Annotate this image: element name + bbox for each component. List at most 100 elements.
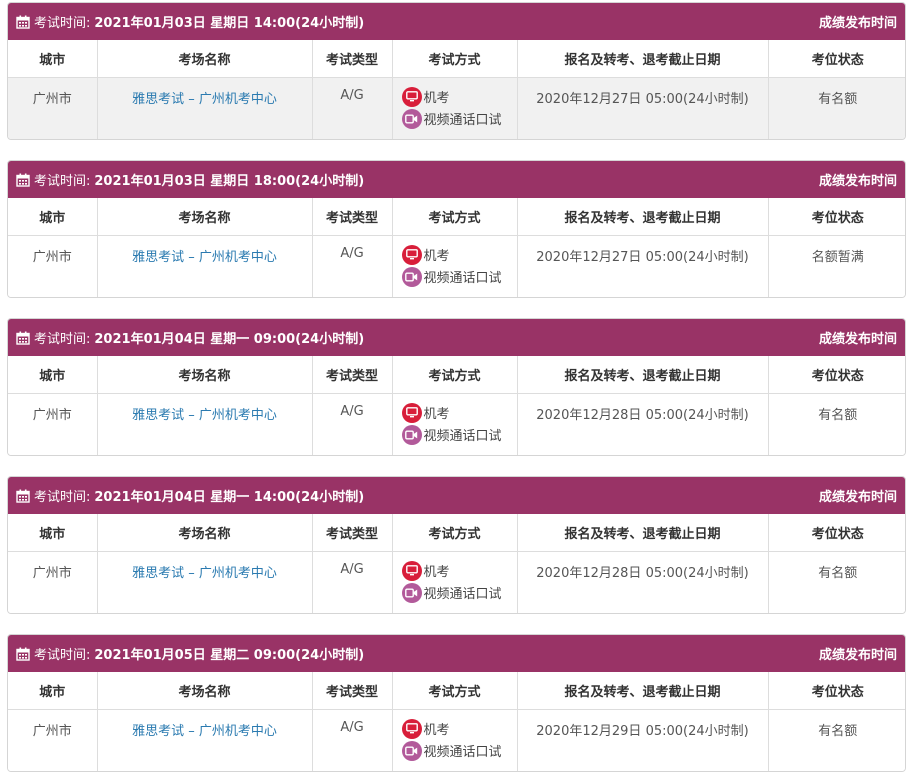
- venue-link[interactable]: 雅思考试 – 广州机考中心: [132, 250, 277, 265]
- status-cell: 有名额: [768, 551, 905, 613]
- session-time-block: 考试时间: 2021年01月04日 星期一 09:00(24小时制): [16, 328, 364, 347]
- calendar-icon: [16, 331, 30, 345]
- session-panel-4: 考试时间: 2021年01月05日 星期二 09:00(24小时制) 成绩发布时…: [7, 634, 906, 772]
- deadline-cell: 2020年12月28日 05:00(24小时制): [517, 551, 769, 613]
- video-camera-icon: [401, 582, 422, 603]
- session-header: 考试时间: 2021年01月03日 星期日 18:00(24小时制) 成绩发布时…: [8, 161, 905, 198]
- city-cell: 广州市: [8, 709, 98, 771]
- col-deadline: 报名及转考、退考截止日期: [517, 40, 769, 78]
- mode-cell: 机考 视频通话口试: [392, 709, 518, 771]
- session-header: 考试时间: 2021年01月03日 星期日 14:00(24小时制) 成绩发布时…: [8, 3, 905, 40]
- results-release-link[interactable]: 成绩发布时间: [819, 644, 897, 663]
- deadline-cell: 2020年12月28日 05:00(24小时制): [517, 393, 769, 455]
- session-time-block: 考试时间: 2021年01月05日 星期二 09:00(24小时制): [16, 644, 364, 663]
- video-camera-icon: [401, 108, 422, 129]
- col-city: 城市: [8, 672, 98, 710]
- col-city: 城市: [8, 514, 98, 552]
- session-time-block: 考试时间: 2021年01月03日 星期日 18:00(24小时制): [16, 170, 364, 189]
- mode-computer-label: 机考: [423, 723, 450, 738]
- table-header-row: 城市 考场名称 考试类型 考试方式 报名及转考、退考截止日期 考位状态: [8, 198, 905, 236]
- mode-computer-label: 机考: [423, 249, 450, 264]
- venue-link[interactable]: 雅思考试 – 广州机考中心: [132, 408, 277, 423]
- col-venue: 考场名称: [97, 198, 313, 236]
- deadline-cell: 2020年12月27日 05:00(24小时制): [517, 235, 769, 297]
- status-cell: 有名额: [768, 709, 905, 771]
- col-status: 考位状态: [768, 672, 905, 710]
- monitor-icon: [401, 718, 422, 739]
- session-panel-3: 考试时间: 2021年01月04日 星期一 14:00(24小时制) 成绩发布时…: [7, 476, 906, 614]
- video-camera-icon: [401, 424, 422, 445]
- exam-time-label: 考试时间:: [34, 16, 91, 31]
- mode-cell: 机考 视频通话口试: [392, 235, 518, 297]
- venue-link[interactable]: 雅思考试 – 广州机考中心: [132, 92, 277, 107]
- mode-video-label: 视频通话口试: [423, 271, 502, 286]
- mode-computer: 机考: [401, 560, 516, 582]
- session-table: 城市 考场名称 考试类型 考试方式 报名及转考、退考截止日期 考位状态 广州市 …: [8, 514, 905, 613]
- mode-computer: 机考: [401, 244, 516, 266]
- exam-time-label: 考试时间:: [34, 648, 91, 663]
- table-header-row: 城市 考场名称 考试类型 考试方式 报名及转考、退考截止日期 考位状态: [8, 356, 905, 394]
- session-panel-1: 考试时间: 2021年01月03日 星期日 18:00(24小时制) 成绩发布时…: [7, 160, 906, 298]
- table-row: 广州市 雅思考试 – 广州机考中心 A/G 机考 视频通话口试 2020年12月…: [8, 77, 905, 139]
- video-camera-icon: [401, 740, 422, 761]
- city-cell: 广州市: [8, 393, 98, 455]
- mode-video: 视频通话口试: [401, 424, 516, 446]
- col-mode: 考试方式: [392, 514, 518, 552]
- venue-link[interactable]: 雅思考试 – 广州机考中心: [132, 724, 277, 739]
- status-cell: 有名额: [768, 393, 905, 455]
- col-mode: 考试方式: [392, 198, 518, 236]
- session-table: 城市 考场名称 考试类型 考试方式 报名及转考、退考截止日期 考位状态 广州市 …: [8, 198, 905, 297]
- session-table: 城市 考场名称 考试类型 考试方式 报名及转考、退考截止日期 考位状态 广州市 …: [8, 672, 905, 771]
- type-cell: A/G: [312, 393, 393, 455]
- mode-cell: 机考 视频通话口试: [392, 551, 518, 613]
- calendar-icon: [16, 489, 30, 503]
- exam-session-list: 考试时间: 2021年01月03日 星期日 14:00(24小时制) 成绩发布时…: [0, 0, 919, 779]
- col-deadline: 报名及转考、退考截止日期: [517, 514, 769, 552]
- mode-video: 视频通话口试: [401, 582, 516, 604]
- monitor-icon: [401, 560, 422, 581]
- col-mode: 考试方式: [392, 672, 518, 710]
- table-header-row: 城市 考场名称 考试类型 考试方式 报名及转考、退考截止日期 考位状态: [8, 672, 905, 710]
- col-status: 考位状态: [768, 356, 905, 394]
- exam-time-label: 考试时间:: [34, 332, 91, 347]
- table-header-row: 城市 考场名称 考试类型 考试方式 报名及转考、退考截止日期 考位状态: [8, 40, 905, 78]
- mode-video-label: 视频通话口试: [423, 587, 502, 602]
- col-type: 考试类型: [312, 198, 393, 236]
- type-cell: A/G: [312, 235, 393, 297]
- monitor-icon: [401, 402, 422, 423]
- deadline-cell: 2020年12月29日 05:00(24小时制): [517, 709, 769, 771]
- results-release-link[interactable]: 成绩发布时间: [819, 486, 897, 505]
- mode-computer-label: 机考: [423, 565, 450, 580]
- city-cell: 广州市: [8, 235, 98, 297]
- session-table: 城市 考场名称 考试类型 考试方式 报名及转考、退考截止日期 考位状态 广州市 …: [8, 356, 905, 455]
- mode-video: 视频通话口试: [401, 740, 516, 762]
- exam-time-value: 2021年01月04日 星期一 14:00(24小时制): [94, 490, 365, 505]
- session-table: 城市 考场名称 考试类型 考试方式 报名及转考、退考截止日期 考位状态 广州市 …: [8, 40, 905, 139]
- mode-computer: 机考: [401, 402, 516, 424]
- exam-time-label: 考试时间:: [34, 174, 91, 189]
- exam-time-label: 考试时间:: [34, 490, 91, 505]
- col-city: 城市: [8, 198, 98, 236]
- calendar-icon: [16, 173, 30, 187]
- session-header: 考试时间: 2021年01月04日 星期一 09:00(24小时制) 成绩发布时…: [8, 319, 905, 356]
- city-cell: 广州市: [8, 551, 98, 613]
- col-venue: 考场名称: [97, 40, 313, 78]
- session-panel-2: 考试时间: 2021年01月04日 星期一 09:00(24小时制) 成绩发布时…: [7, 318, 906, 456]
- table-header-row: 城市 考场名称 考试类型 考试方式 报名及转考、退考截止日期 考位状态: [8, 514, 905, 552]
- calendar-icon: [16, 15, 30, 29]
- col-status: 考位状态: [768, 198, 905, 236]
- table-row: 广州市 雅思考试 – 广州机考中心 A/G 机考 视频通话口试 2020年12月…: [8, 393, 905, 455]
- results-release-link[interactable]: 成绩发布时间: [819, 328, 897, 347]
- results-release-link[interactable]: 成绩发布时间: [819, 12, 897, 31]
- col-deadline: 报名及转考、退考截止日期: [517, 198, 769, 236]
- col-deadline: 报名及转考、退考截止日期: [517, 672, 769, 710]
- col-mode: 考试方式: [392, 40, 518, 78]
- mode-video-label: 视频通话口试: [423, 745, 502, 760]
- results-release-link[interactable]: 成绩发布时间: [819, 170, 897, 189]
- table-row: 广州市 雅思考试 – 广州机考中心 A/G 机考 视频通话口试 2020年12月…: [8, 551, 905, 613]
- venue-link[interactable]: 雅思考试 – 广州机考中心: [132, 566, 277, 581]
- col-mode: 考试方式: [392, 356, 518, 394]
- monitor-icon: [401, 244, 422, 265]
- deadline-cell: 2020年12月27日 05:00(24小时制): [517, 77, 769, 139]
- type-cell: A/G: [312, 709, 393, 771]
